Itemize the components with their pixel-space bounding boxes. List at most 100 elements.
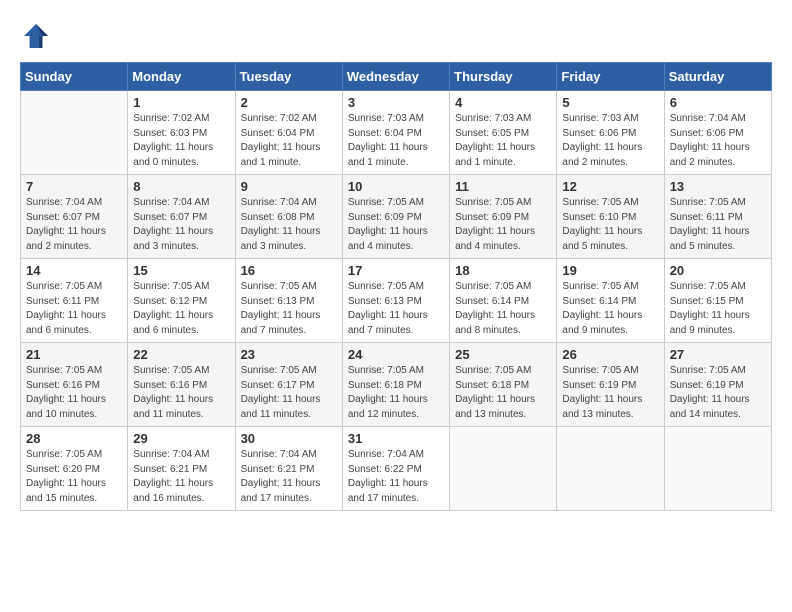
day-number: 17 (348, 263, 444, 278)
calendar-header-row: SundayMondayTuesdayWednesdayThursdayFrid… (21, 63, 772, 91)
day-number: 2 (241, 95, 337, 110)
day-info: Sunrise: 7:05 AMSunset: 6:19 PMDaylight:… (670, 364, 766, 422)
calendar-cell (21, 91, 128, 175)
calendar-table: SundayMondayTuesdayWednesdayThursdayFrid… (20, 62, 772, 511)
day-header-saturday: Saturday (664, 63, 771, 91)
calendar-week-row: 1 Sunrise: 7:02 AMSunset: 6:03 PMDaylight… (21, 91, 772, 175)
day-header-friday: Friday (557, 63, 664, 91)
day-number: 26 (562, 347, 658, 362)
calendar-cell: 21Sunrise: 7:05 AMSunset: 6:16 PMDayligh… (21, 343, 128, 427)
calendar-cell: 4 Sunrise: 7:03 AMSunset: 6:05 PMDaylight… (450, 91, 557, 175)
day-info: Sunrise: 7:05 AMSunset: 6:18 PMDaylight:… (348, 364, 444, 422)
day-number: 21 (26, 347, 122, 362)
calendar-cell: 9 Sunrise: 7:04 AMSunset: 6:08 PMDaylight… (235, 175, 342, 259)
day-info: Sunrise: 7:05 AMSunset: 6:14 PMDaylight:… (455, 280, 551, 338)
calendar-cell: 23Sunrise: 7:05 AMSunset: 6:17 PMDayligh… (235, 343, 342, 427)
calendar-cell: 11 Sunrise: 7:05 AMSunset: 6:09 PMDayligh… (450, 175, 557, 259)
day-info: Sunrise: 7:03 AMSunset: 6:04 PMDaylight:… (348, 112, 444, 170)
calendar-cell: 19 Sunrise: 7:05 AMSunset: 6:14 PMDayligh… (557, 259, 664, 343)
calendar-cell: 24Sunrise: 7:05 AMSunset: 6:18 PMDayligh… (342, 343, 449, 427)
day-info: Sunrise: 7:05 AMSunset: 6:09 PMDaylight:… (455, 196, 551, 254)
day-info: Sunrise: 7:04 AMSunset: 6:06 PMDaylight:… (670, 112, 766, 170)
page-header (20, 20, 772, 52)
day-info: Sunrise: 7:05 AMSunset: 6:11 PMDaylight:… (670, 196, 766, 254)
day-info: Sunrise: 7:04 AMSunset: 6:22 PMDaylight:… (348, 448, 444, 506)
day-number: 16 (241, 263, 337, 278)
calendar-week-row: 28 Sunrise: 7:05 AMSunset: 6:20 PMDayligh… (21, 427, 772, 511)
day-header-wednesday: Wednesday (342, 63, 449, 91)
day-number: 14 (26, 263, 122, 278)
calendar-cell (557, 427, 664, 511)
day-number: 5 (562, 95, 658, 110)
calendar-cell: 12 Sunrise: 7:05 AMSunset: 6:10 PMDayligh… (557, 175, 664, 259)
day-number: 11 (455, 179, 551, 194)
day-number: 13 (670, 179, 766, 194)
logo-icon (20, 20, 52, 52)
day-number: 22 (133, 347, 229, 362)
calendar-cell: 7 Sunrise: 7:04 AMSunset: 6:07 PMDaylight… (21, 175, 128, 259)
calendar-cell (664, 427, 771, 511)
calendar-cell: 15 Sunrise: 7:05 AMSunset: 6:12 PMDayligh… (128, 259, 235, 343)
day-info: Sunrise: 7:04 AMSunset: 6:07 PMDaylight:… (26, 196, 122, 254)
day-number: 7 (26, 179, 122, 194)
day-info: Sunrise: 7:03 AMSunset: 6:06 PMDaylight:… (562, 112, 658, 170)
day-number: 1 (133, 95, 229, 110)
day-info: Sunrise: 7:02 AMSunset: 6:04 PMDaylight:… (241, 112, 337, 170)
calendar-cell: 31 Sunrise: 7:04 AMSunset: 6:22 PMDayligh… (342, 427, 449, 511)
calendar-cell: 5 Sunrise: 7:03 AMSunset: 6:06 PMDaylight… (557, 91, 664, 175)
day-number: 10 (348, 179, 444, 194)
day-number: 15 (133, 263, 229, 278)
calendar-cell: 16 Sunrise: 7:05 AMSunset: 6:13 PMDayligh… (235, 259, 342, 343)
day-number: 12 (562, 179, 658, 194)
day-number: 30 (241, 431, 337, 446)
day-number: 9 (241, 179, 337, 194)
day-header-monday: Monday (128, 63, 235, 91)
day-info: Sunrise: 7:03 AMSunset: 6:05 PMDaylight:… (455, 112, 551, 170)
calendar-cell: 8Sunrise: 7:04 AMSunset: 6:07 PMDaylight… (128, 175, 235, 259)
day-header-tuesday: Tuesday (235, 63, 342, 91)
calendar-cell: 27 Sunrise: 7:05 AMSunset: 6:19 PMDayligh… (664, 343, 771, 427)
day-number: 18 (455, 263, 551, 278)
calendar-cell: 26 Sunrise: 7:05 AMSunset: 6:19 PMDayligh… (557, 343, 664, 427)
day-info: Sunrise: 7:04 AMSunset: 6:08 PMDaylight:… (241, 196, 337, 254)
calendar-cell: 13 Sunrise: 7:05 AMSunset: 6:11 PMDayligh… (664, 175, 771, 259)
calendar-cell: 29Sunrise: 7:04 AMSunset: 6:21 PMDayligh… (128, 427, 235, 511)
day-info: Sunrise: 7:05 AMSunset: 6:19 PMDaylight:… (562, 364, 658, 422)
calendar-week-row: 7 Sunrise: 7:04 AMSunset: 6:07 PMDaylight… (21, 175, 772, 259)
calendar-cell: 30 Sunrise: 7:04 AMSunset: 6:21 PMDayligh… (235, 427, 342, 511)
calendar-cell: 1 Sunrise: 7:02 AMSunset: 6:03 PMDaylight… (128, 91, 235, 175)
calendar-cell: 17 Sunrise: 7:05 AMSunset: 6:13 PMDayligh… (342, 259, 449, 343)
day-info: Sunrise: 7:05 AMSunset: 6:13 PMDaylight:… (241, 280, 337, 338)
day-number: 3 (348, 95, 444, 110)
calendar-week-row: 14Sunrise: 7:05 AMSunset: 6:11 PMDayligh… (21, 259, 772, 343)
calendar-cell (450, 427, 557, 511)
calendar-week-row: 21 Sunrise: 7:05 AMSunset: 6:16 PMDayligh… (21, 343, 772, 427)
day-number: 25 (455, 347, 551, 362)
calendar-cell: 22 Sunrise: 7:05 AMSunset: 6:16 PMDayligh… (128, 343, 235, 427)
day-info: Sunrise: 7:05 AMSunset: 6:20 PMDaylight:… (26, 448, 122, 506)
day-number: 8 (133, 179, 229, 194)
day-info: Sunrise: 7:05 AMSunset: 6:14 PMDaylight:… (562, 280, 658, 338)
day-info: Sunrise: 7:05 AMSunset: 6:09 PMDaylight:… (348, 196, 444, 254)
day-number: 31 (348, 431, 444, 446)
day-number: 27 (670, 347, 766, 362)
day-number: 19 (562, 263, 658, 278)
day-header-sunday: Sunday (21, 63, 128, 91)
day-info: Sunrise: 7:02 AMSunset: 6:03 PMDaylight:… (133, 112, 229, 170)
day-info: Sunrise: 7:05 AMSunset: 6:16 PMDaylight:… (133, 364, 229, 422)
day-number: 20 (670, 263, 766, 278)
day-info: Sunrise: 7:04 AMSunset: 6:21 PMDaylight:… (241, 448, 337, 506)
day-header-thursday: Thursday (450, 63, 557, 91)
calendar-cell: 25Sunrise: 7:05 AMSunset: 6:18 PMDayligh… (450, 343, 557, 427)
day-number: 28 (26, 431, 122, 446)
calendar-cell: 10 Sunrise: 7:05 AMSunset: 6:09 PMDayligh… (342, 175, 449, 259)
day-info: Sunrise: 7:05 AMSunset: 6:12 PMDaylight:… (133, 280, 229, 338)
calendar-cell: 28 Sunrise: 7:05 AMSunset: 6:20 PMDayligh… (21, 427, 128, 511)
day-number: 6 (670, 95, 766, 110)
day-info: Sunrise: 7:05 AMSunset: 6:10 PMDaylight:… (562, 196, 658, 254)
day-info: Sunrise: 7:05 AMSunset: 6:13 PMDaylight:… (348, 280, 444, 338)
day-info: Sunrise: 7:05 AMSunset: 6:17 PMDaylight:… (241, 364, 337, 422)
day-number: 4 (455, 95, 551, 110)
calendar-cell: 2 Sunrise: 7:02 AMSunset: 6:04 PMDaylight… (235, 91, 342, 175)
calendar-cell: 3 Sunrise: 7:03 AMSunset: 6:04 PMDaylight… (342, 91, 449, 175)
